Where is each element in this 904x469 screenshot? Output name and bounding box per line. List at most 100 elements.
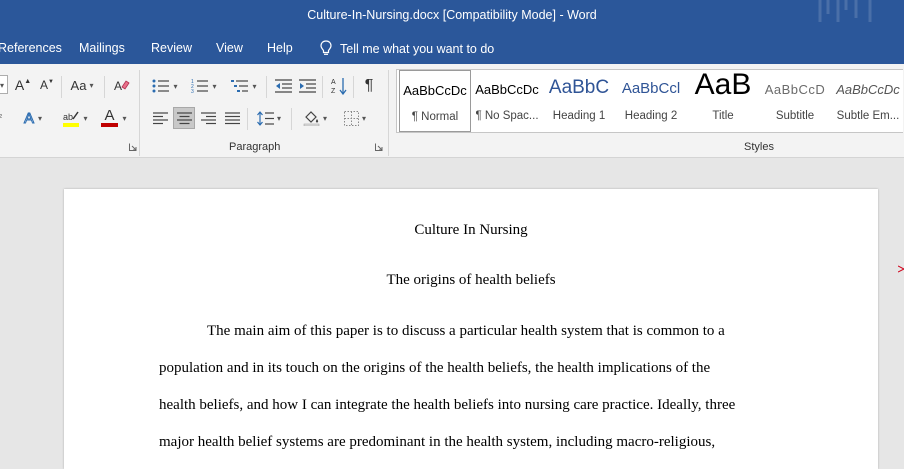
align-center-icon [176,111,192,124]
tab-review[interactable]: Review [151,41,192,55]
title-bar-pattern [818,0,872,22]
shrink-font-icon: A [40,78,49,92]
svg-text:A: A [331,79,336,86]
divider [247,108,248,130]
chevron-down-icon: ▾ [0,81,5,90]
center-button[interactable] [173,107,195,129]
borders-button[interactable]: ▾ [338,108,372,128]
style-name: Subtitle [775,110,815,122]
tab-view[interactable]: View [216,41,243,55]
justify-icon [224,111,240,124]
style-preview: AaBbCcl [621,80,681,97]
align-right-icon [200,111,216,124]
clear-formatting-button[interactable]: A [112,76,132,96]
paragraph-line: health beliefs, and how I can integrate … [159,397,736,413]
decrease-indent-button[interactable] [273,76,293,96]
svg-text:ab: ab [63,112,73,122]
ribbon-tab-bar: References Mailings Review View Help Tel… [0,32,904,64]
style-name: Title [712,110,734,122]
style-name: Heading 2 [624,110,678,122]
style-preview: AaBbCcD [764,82,826,97]
style-subtle-emphasis[interactable]: AaBbCcDc Subtle Em... [833,70,903,132]
change-mark-icon [898,265,904,273]
justify-button[interactable] [222,108,242,128]
group-divider [388,70,389,156]
lightbulb-icon [320,40,332,55]
line-spacing-button[interactable]: ▾ [253,108,285,128]
text-effects-icon: A [23,109,34,127]
superscript-icon[interactable]: ² [0,112,2,122]
svg-text:3: 3 [191,89,194,94]
style-preview: AaBbCcDc [836,82,900,97]
font-color-icon: A [101,107,119,127]
paragraph-line: The main aim of this paper is to discuss… [207,323,725,339]
style-preview: AaB [694,68,752,101]
divider [322,76,323,98]
divider [353,76,354,98]
style-preview: AaBbC [548,77,610,98]
eraser-icon: A [114,79,130,93]
bullets-button[interactable]: ▾ [150,76,180,96]
show-formatting-marks-button[interactable]: ¶ [359,76,379,96]
style-name: Subtle Em... [836,110,900,122]
style-subtitle[interactable]: AaBbCcD Subtitle [761,70,829,132]
align-left-button[interactable] [150,108,170,128]
sort-button[interactable]: AZ [329,76,349,96]
style-heading-1[interactable]: AaBbC Heading 1 [545,70,613,132]
numbering-button[interactable]: 123 ▾ [189,76,219,96]
grow-font-icon: A [14,77,25,93]
bullet-list-icon [152,79,170,93]
text-effects-button[interactable]: A ▾ [20,108,46,128]
group-divider [139,70,140,156]
style-preview: AaBbCcDc [475,82,539,97]
borders-icon [343,110,359,126]
paint-bucket-icon [303,111,320,126]
title-bar: Culture-In-Nursing.docx [Compatibility M… [0,0,904,32]
tell-me-box[interactable]: Tell me what you want to do [320,40,494,56]
align-right-button[interactable] [198,108,218,128]
style-normal[interactable]: AaBbCcDc ¶ Normal [399,70,471,132]
tell-me-text: Tell me what you want to do [340,42,495,56]
font-dialog-launcher-icon[interactable] [129,143,137,151]
decrease-indent-icon [274,78,292,93]
style-heading-2[interactable]: AaBbCcl Heading 2 [617,70,685,132]
document-page[interactable]: Culture In Nursing The origins of health… [64,189,878,469]
paragraph-line: major health belief systems are predomin… [159,434,716,450]
multilevel-list-icon [231,80,249,92]
divider [104,76,105,98]
tab-mailings[interactable]: Mailings [79,41,125,55]
document-heading: The origins of health beliefs [386,272,556,288]
style-name: ¶ No Spac... [475,110,539,122]
style-title[interactable]: AaB Title [689,68,757,132]
styles-group-label: Styles [744,141,774,153]
highlighter-icon: ab [63,111,80,127]
style-name: ¶ Normal [411,111,459,123]
style-no-spacing[interactable]: AaBbCcDc ¶ No Spac... [473,70,541,132]
divider [266,76,267,98]
window-title: Culture-In-Nursing.docx [Compatibility M… [307,8,597,22]
divider [291,108,292,130]
shrink-font-button[interactable]: A ▼ [38,76,56,94]
paragraph-group-label: Paragraph [229,141,281,153]
paragraph-dialog-launcher-icon[interactable] [375,143,383,151]
tab-help[interactable]: Help [267,41,293,55]
sort-az-icon: AZ [331,78,347,95]
divider [61,76,62,98]
highlight-color-button[interactable]: ab ▾ [58,108,92,128]
paragraph-line: population and in its touch on the origi… [159,360,711,376]
grow-font-button[interactable]: A ▲ [14,76,32,94]
tab-references[interactable]: References [0,41,62,55]
svg-text:Z: Z [331,88,336,95]
ribbon: ▾ A ▲ A ▼ Aa ▾ A ² A ▾ ab ▾ A ▾ ▾ 1 2 3 … [0,64,904,158]
numbered-list-icon: 123 [191,79,209,94]
align-left-icon [152,111,168,124]
styles-gallery: AaBbCcDc ¶ Normal AaBbCcDc ¶ No Spac... … [396,68,903,133]
style-preview: AaBbCcDc [403,83,467,98]
change-case-icon: Aa [70,77,87,93]
multilevel-list-button[interactable]: ▾ [229,76,259,96]
font-color-button[interactable]: A ▾ [97,107,131,128]
svg-text:A: A [114,79,122,93]
shading-button[interactable]: ▾ [298,108,332,128]
increase-indent-button[interactable] [297,76,317,96]
change-case-button[interactable]: Aa ▾ [66,76,98,94]
